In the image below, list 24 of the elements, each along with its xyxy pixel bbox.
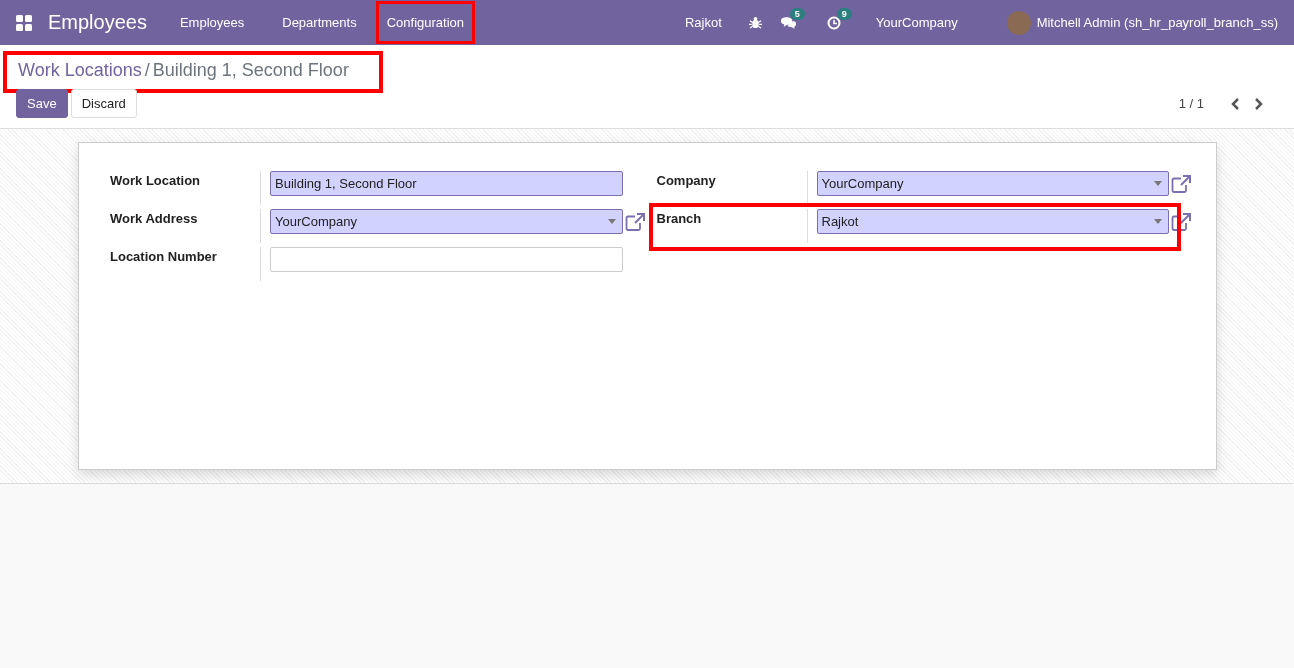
breadcrumb-current: Building 1, Second Floor	[152, 60, 349, 81]
message-count-badge: 5	[789, 7, 805, 20]
field-label: Work Location	[110, 171, 261, 205]
menu-item[interactable]: Configuration	[375, 1, 475, 44]
menu-item[interactable]: Departments	[271, 0, 368, 46]
dropdown-field[interactable]: YourCompany	[816, 171, 1169, 196]
field-label: Branch	[656, 209, 808, 243]
menu-item[interactable]: Employees	[168, 0, 256, 46]
save-button[interactable]: Save	[16, 89, 68, 118]
user-menu[interactable]: Mitchell Admin (sh_hr_payroll_branch_ss)	[1036, 15, 1278, 30]
dropdown-field[interactable]: YourCompany	[270, 209, 623, 234]
pager-value: 1 / 1	[1178, 96, 1204, 111]
company-switcher[interactable]: YourCompany	[864, 0, 969, 46]
branch-switcher[interactable]: Rajkot	[673, 0, 733, 46]
input-field[interactable]: Building 1, Second Floor	[270, 171, 623, 196]
breadcrumb-separator: /	[144, 60, 150, 81]
discard-button[interactable]: Discard	[70, 89, 137, 118]
activity-count-badge: 9	[836, 7, 852, 20]
field-label: Location Number	[110, 247, 261, 281]
field-label: Company	[656, 171, 808, 205]
app-name[interactable]: Employees	[48, 11, 147, 34]
breadcrumb-link[interactable]: Work Locations	[18, 60, 142, 81]
field-label: Work Address	[110, 209, 261, 243]
dropdown-field[interactable]: Rajkot	[816, 209, 1169, 234]
